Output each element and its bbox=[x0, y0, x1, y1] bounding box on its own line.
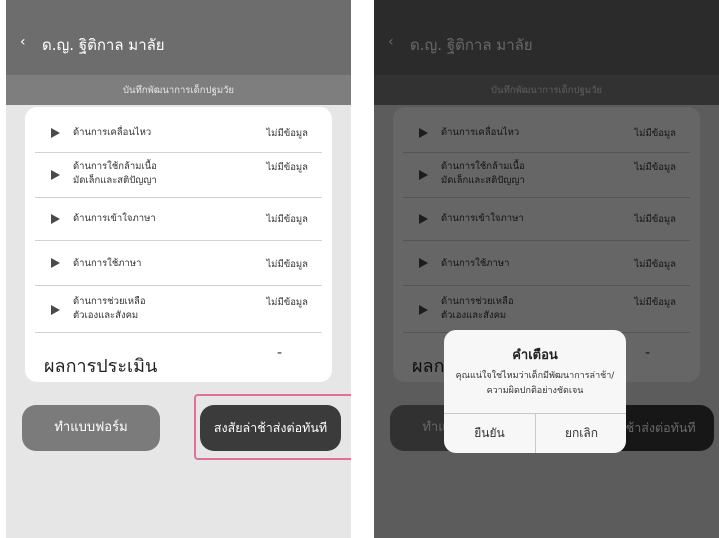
play-arrow-icon bbox=[51, 214, 60, 224]
row-status: ไม่มีข้อมูล bbox=[266, 214, 308, 225]
highlight-frame bbox=[194, 394, 351, 460]
play-arrow-icon bbox=[51, 128, 60, 138]
development-row[interactable]: ด้านการเคลื่อนไหว ไม่มีข้อมูล bbox=[35, 114, 322, 153]
dialog-title: คำเตือน bbox=[512, 348, 558, 363]
app-header: ‹ ด.ญ. ฐิติกาล มาลัย bbox=[6, 0, 351, 75]
child-name-title: ด.ญ. ฐิติกาล มาลัย bbox=[42, 36, 165, 54]
dialog-message-line2: ความผิดปกติอย่างชัดเจน bbox=[486, 386, 584, 396]
fill-form-button[interactable]: ทำแบบฟอร์ม bbox=[22, 405, 160, 451]
row-label: ด้านการช่วยเหลือ bbox=[73, 296, 146, 307]
row-label: ด้านการเข้าใจภาษา bbox=[73, 213, 156, 224]
development-row[interactable]: ด้านการใช้กล้ามเนื้อ มัดเล็กและสติปัญญา … bbox=[35, 153, 322, 198]
row-status: ไม่มีข้อมูล bbox=[266, 128, 308, 139]
page-subtitle: บันทึกพัฒนาการเด็กปฐมวัย bbox=[122, 85, 234, 96]
screen-after: ‹ ด.ญ. ฐิติกาล มาลัย บันทึกพัฒนาการเด็กป… bbox=[374, 0, 719, 538]
dialog-message-line1: คุณแน่ใจใช่ไหมว่าเด็กมีพัฒนาการล่าช้า/ bbox=[455, 371, 615, 381]
cancel-button[interactable]: ยกเลิก bbox=[536, 414, 626, 453]
row-label: ด้านการเคลื่อนไหว bbox=[73, 127, 152, 138]
row-label: ด้านการใช้กล้ามเนื้อ bbox=[73, 161, 157, 172]
play-arrow-icon bbox=[51, 305, 60, 315]
warning-dialog: คำเตือน คุณแน่ใจใช่ไหมว่าเด็กมีพัฒนาการล… bbox=[444, 330, 626, 453]
row-status: ไม่มีข้อมูล bbox=[266, 162, 308, 173]
back-icon[interactable]: ‹ bbox=[20, 34, 26, 50]
confirm-button[interactable]: ยืนยัน bbox=[444, 414, 535, 453]
assessment-result-value: - bbox=[277, 345, 283, 361]
modal-overlay bbox=[374, 0, 719, 538]
screen-before: ‹ ด.ญ. ฐิติกาล มาลัย บันทึกพัฒนาการเด็กป… bbox=[6, 0, 351, 538]
play-arrow-icon bbox=[51, 170, 60, 180]
row-label-line2: ตัวเองและสังคม bbox=[73, 310, 139, 321]
development-row[interactable]: ด้านการเข้าใจภาษา ไม่มีข้อมูล bbox=[35, 198, 322, 241]
assessment-result-label: ผลการประเมิน bbox=[44, 356, 158, 377]
sub-header: บันทึกพัฒนาการเด็กปฐมวัย bbox=[6, 75, 351, 105]
development-row[interactable]: ด้านการช่วยเหลือ ตัวเองและสังคม ไม่มีข้อ… bbox=[35, 286, 322, 333]
row-label: ด้านการใช้ภาษา bbox=[73, 258, 142, 269]
play-arrow-icon bbox=[51, 258, 60, 268]
development-row[interactable]: ด้านการใช้ภาษา ไม่มีข้อมูล bbox=[35, 241, 322, 286]
row-status: ไม่มีข้อมูล bbox=[266, 259, 308, 270]
row-status: ไม่มีข้อมูล bbox=[266, 297, 308, 308]
development-card: ด้านการเคลื่อนไหว ไม่มีข้อมูล ด้านการใช้… bbox=[25, 107, 332, 382]
row-label-line2: มัดเล็กและสติปัญญา bbox=[73, 175, 157, 186]
